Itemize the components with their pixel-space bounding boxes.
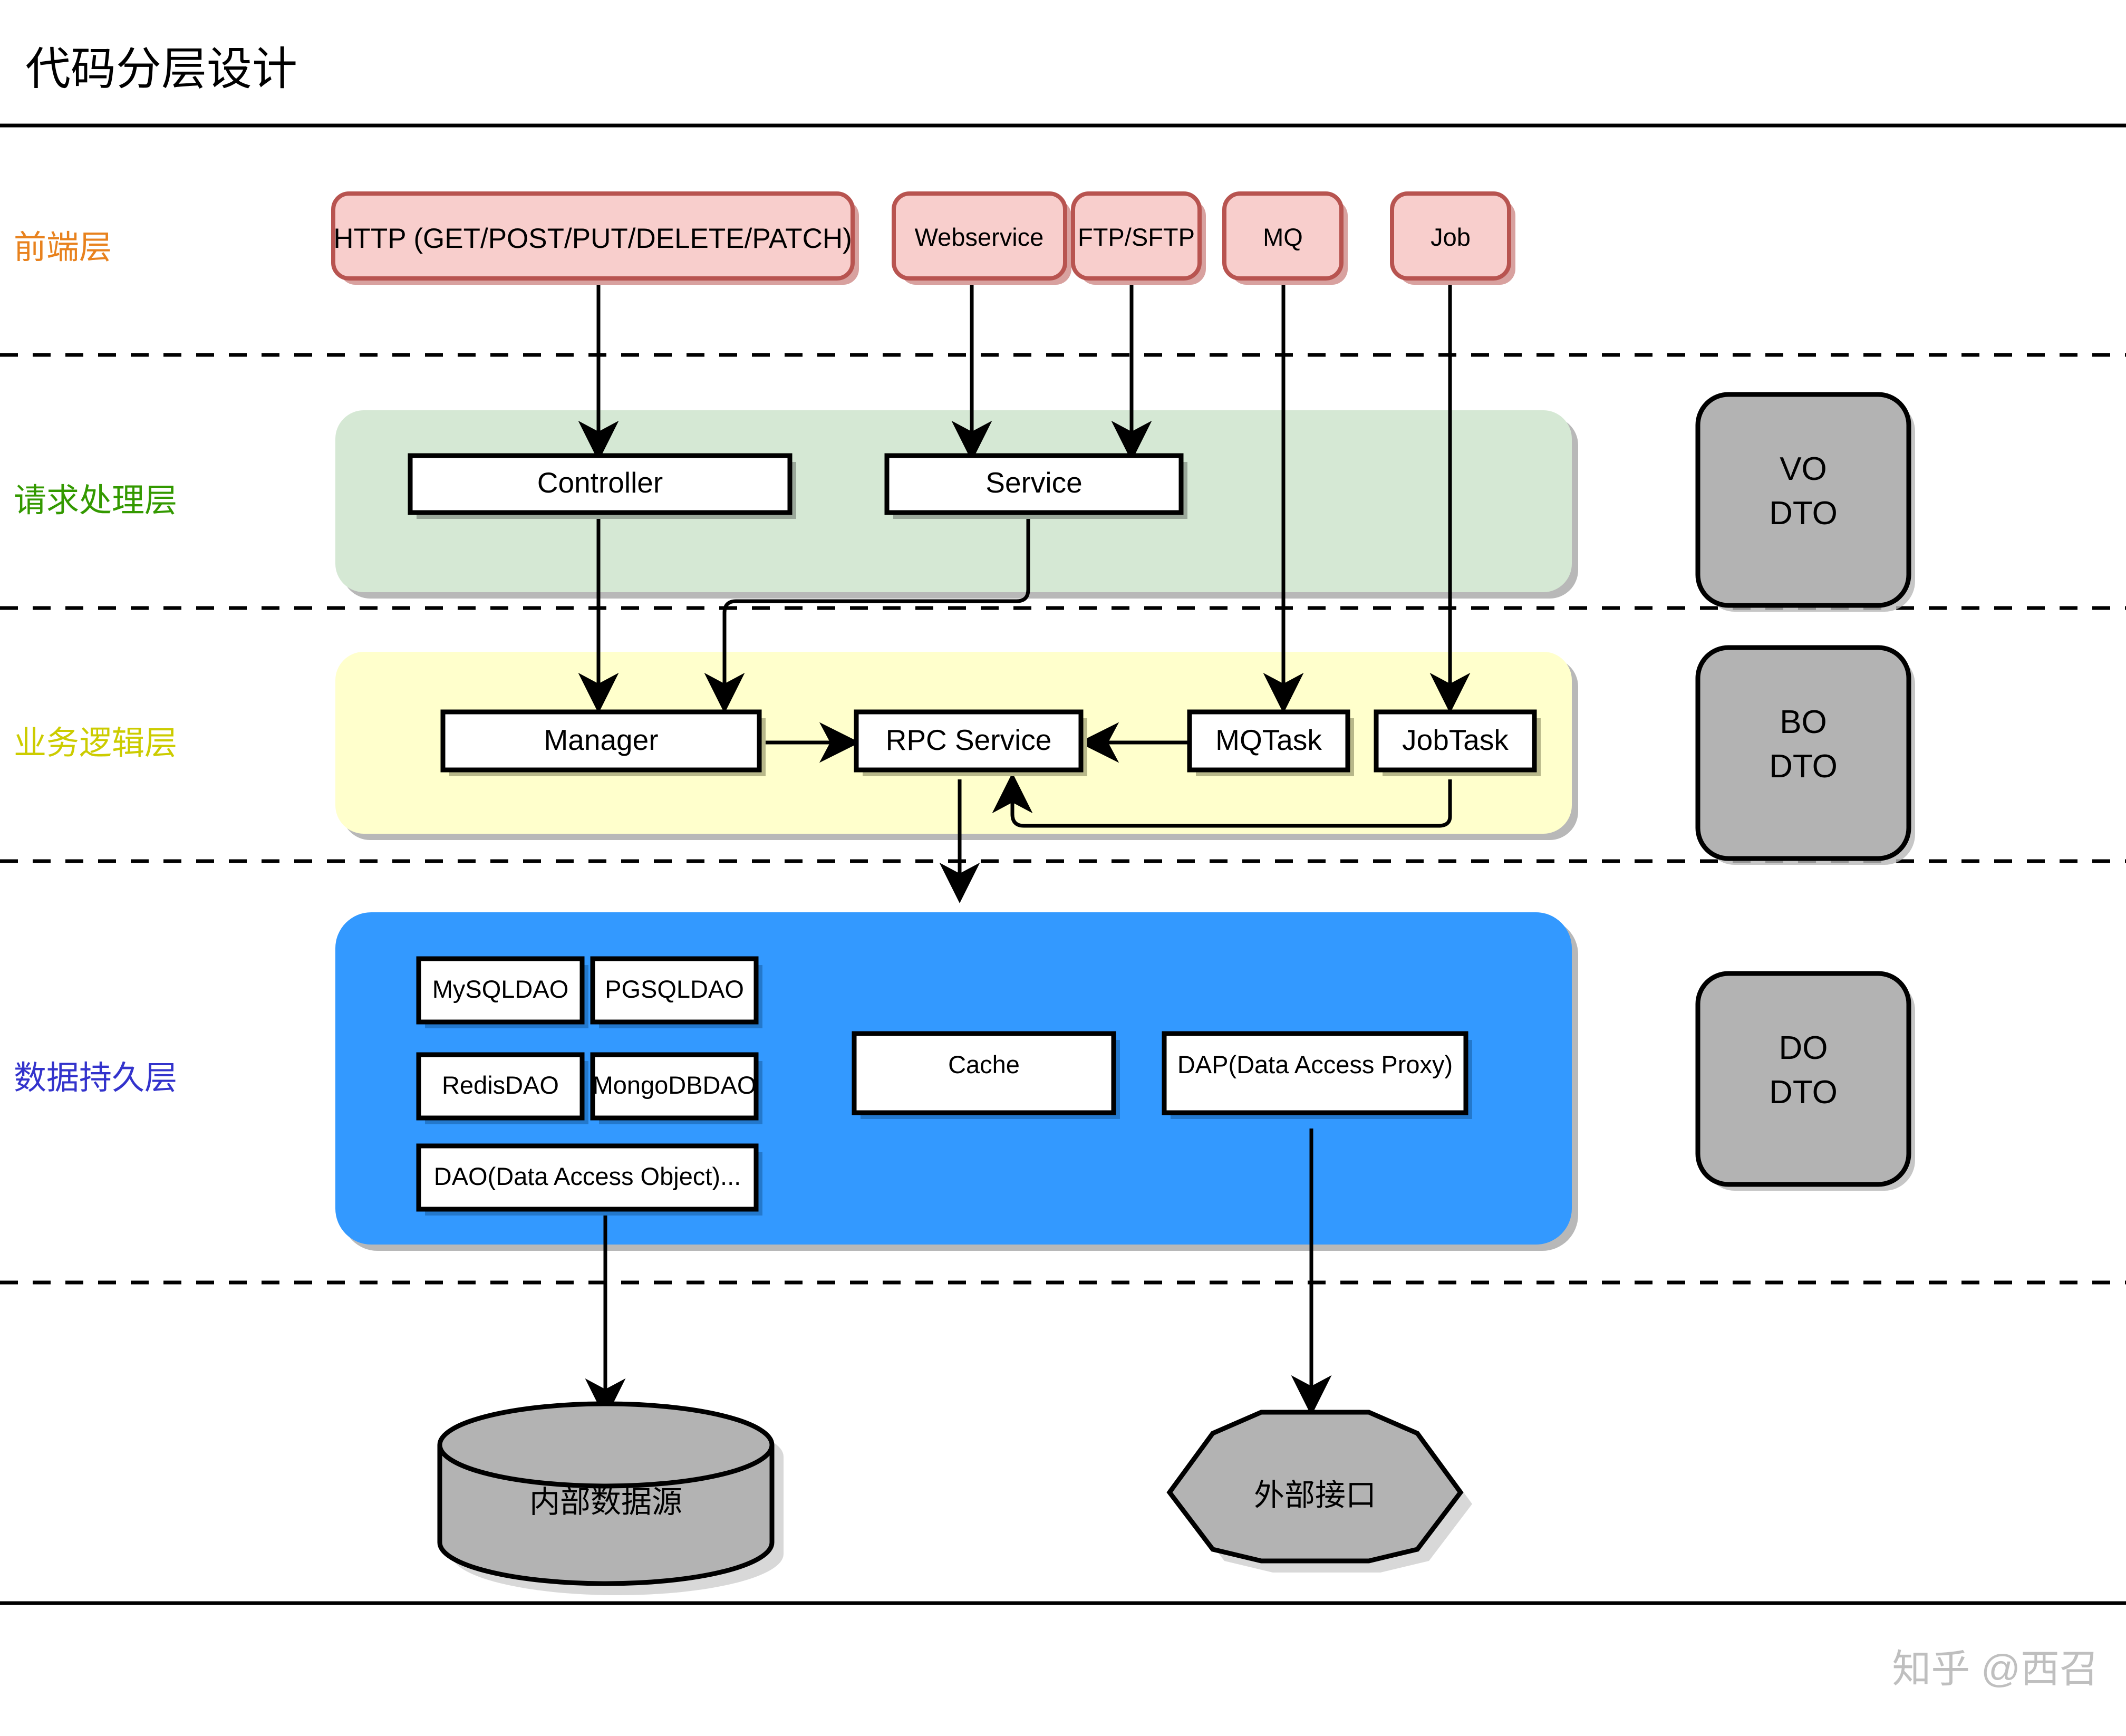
business-node-mqtask-label: MQTask — [1215, 724, 1322, 756]
dto-node-vo-dto-line2: DTO — [1769, 495, 1838, 532]
business-node-manager[interactable]: Manager — [440, 709, 766, 776]
request-node-controller[interactable]: Controller — [408, 453, 796, 519]
datastore-node-external-interface-label: 外部接口 — [1254, 1478, 1376, 1512]
request-node-service[interactable]: Service — [884, 453, 1187, 519]
persistence-node-redisdao[interactable]: RedisDAO — [416, 1052, 588, 1124]
frontend-node-job-label: Job — [1431, 223, 1471, 251]
persistence-node-mongodbdao-label: MongoDBDAO — [593, 1071, 757, 1099]
frontend-node-ftp-label: FTP/SFTP — [1078, 223, 1195, 251]
frontend-node-webservice-label: Webservice — [915, 223, 1044, 251]
dto-node-do-dto-line2: DTO — [1769, 1074, 1838, 1111]
persistence-node-cache-label: Cache — [948, 1050, 1020, 1078]
persistence-node-mysqldao-label: MySQLDAO — [432, 975, 569, 1003]
page-title: 代码分层设计 — [25, 44, 297, 94]
persistence-node-dao[interactable]: DAO(Data Access Object)... — [416, 1143, 762, 1216]
layer-label-persistence: 数据持久层 — [14, 1060, 177, 1096]
frontend-node-http-label: HTTP (GET/POST/PUT/DELETE/PATCH) — [333, 223, 852, 254]
business-node-manager-label: Manager — [544, 724, 658, 756]
architecture-diagram: 代码分层设计 前端层 请求处理层 业务逻辑层 数据持久层 HTTP (GET/P… — [0, 0, 2126, 1736]
request-node-service-label: Service — [985, 466, 1082, 499]
persistence-node-dap-label: DAP(Data Access Proxy) — [1177, 1050, 1453, 1078]
persistence-node-redisdao-label: RedisDAO — [442, 1071, 559, 1099]
persistence-node-mysqldao[interactable]: MySQLDAO — [416, 956, 588, 1028]
datastore-node-internal-datasource[interactable]: 内部数据源 — [437, 1401, 784, 1595]
diagram-page: 代码分层设计 前端层 请求处理层 业务逻辑层 数据持久层 HTTP (GET/P… — [0, 0, 2126, 1736]
dto-node-do-dto-line1: DO — [1779, 1030, 1828, 1066]
business-node-rpc-service[interactable]: RPC Service — [854, 709, 1087, 776]
layer-label-business: 业务逻辑层 — [14, 725, 177, 761]
frontend-node-ftp[interactable]: FTP/SFTP — [1071, 191, 1206, 285]
dto-node-bo-dto-line2: DTO — [1769, 748, 1838, 785]
frontend-node-job[interactable]: Job — [1390, 191, 1515, 285]
dto-node-vo-dto-line1: VO — [1780, 451, 1827, 487]
business-node-mqtask[interactable]: MQTask — [1187, 709, 1354, 776]
frontend-node-http[interactable]: HTTP (GET/POST/PUT/DELETE/PATCH) — [331, 191, 859, 285]
business-node-jobtask-label: JobTask — [1402, 724, 1509, 756]
business-node-rpc-service-label: RPC Service — [886, 724, 1052, 756]
dto-node-do-dto[interactable]: DO DTO — [1695, 971, 1915, 1191]
persistence-node-mongodbdao[interactable]: MongoDBDAO — [590, 1052, 762, 1124]
persistence-node-dap[interactable]: DAP(Data Access Proxy) — [1162, 1031, 1472, 1119]
datastore-node-internal-datasource-label: 内部数据源 — [529, 1485, 682, 1519]
persistence-node-pgsqldao[interactable]: PGSQLDAO — [590, 956, 762, 1028]
frontend-node-mq[interactable]: MQ — [1222, 191, 1348, 285]
business-node-jobtask[interactable]: JobTask — [1374, 709, 1541, 776]
dto-node-bo-dto[interactable]: BO DTO — [1695, 645, 1915, 865]
persistence-node-cache[interactable]: Cache — [852, 1031, 1120, 1119]
layer-label-request: 请求处理层 — [14, 483, 177, 519]
frontend-node-webservice[interactable]: Webservice — [892, 191, 1071, 285]
layer-label-frontend: 前端层 — [14, 229, 112, 266]
watermark: 知乎 @西召 — [1892, 1647, 2099, 1691]
frontend-node-mq-label: MQ — [1263, 223, 1303, 251]
persistence-node-dao-label: DAO(Data Access Object)... — [434, 1162, 741, 1190]
request-node-controller-label: Controller — [537, 466, 663, 499]
dto-node-bo-dto-line1: BO — [1780, 704, 1827, 740]
persistence-node-pgsqldao-label: PGSQLDAO — [605, 975, 744, 1003]
dto-node-vo-dto[interactable]: VO DTO — [1695, 392, 1915, 612]
